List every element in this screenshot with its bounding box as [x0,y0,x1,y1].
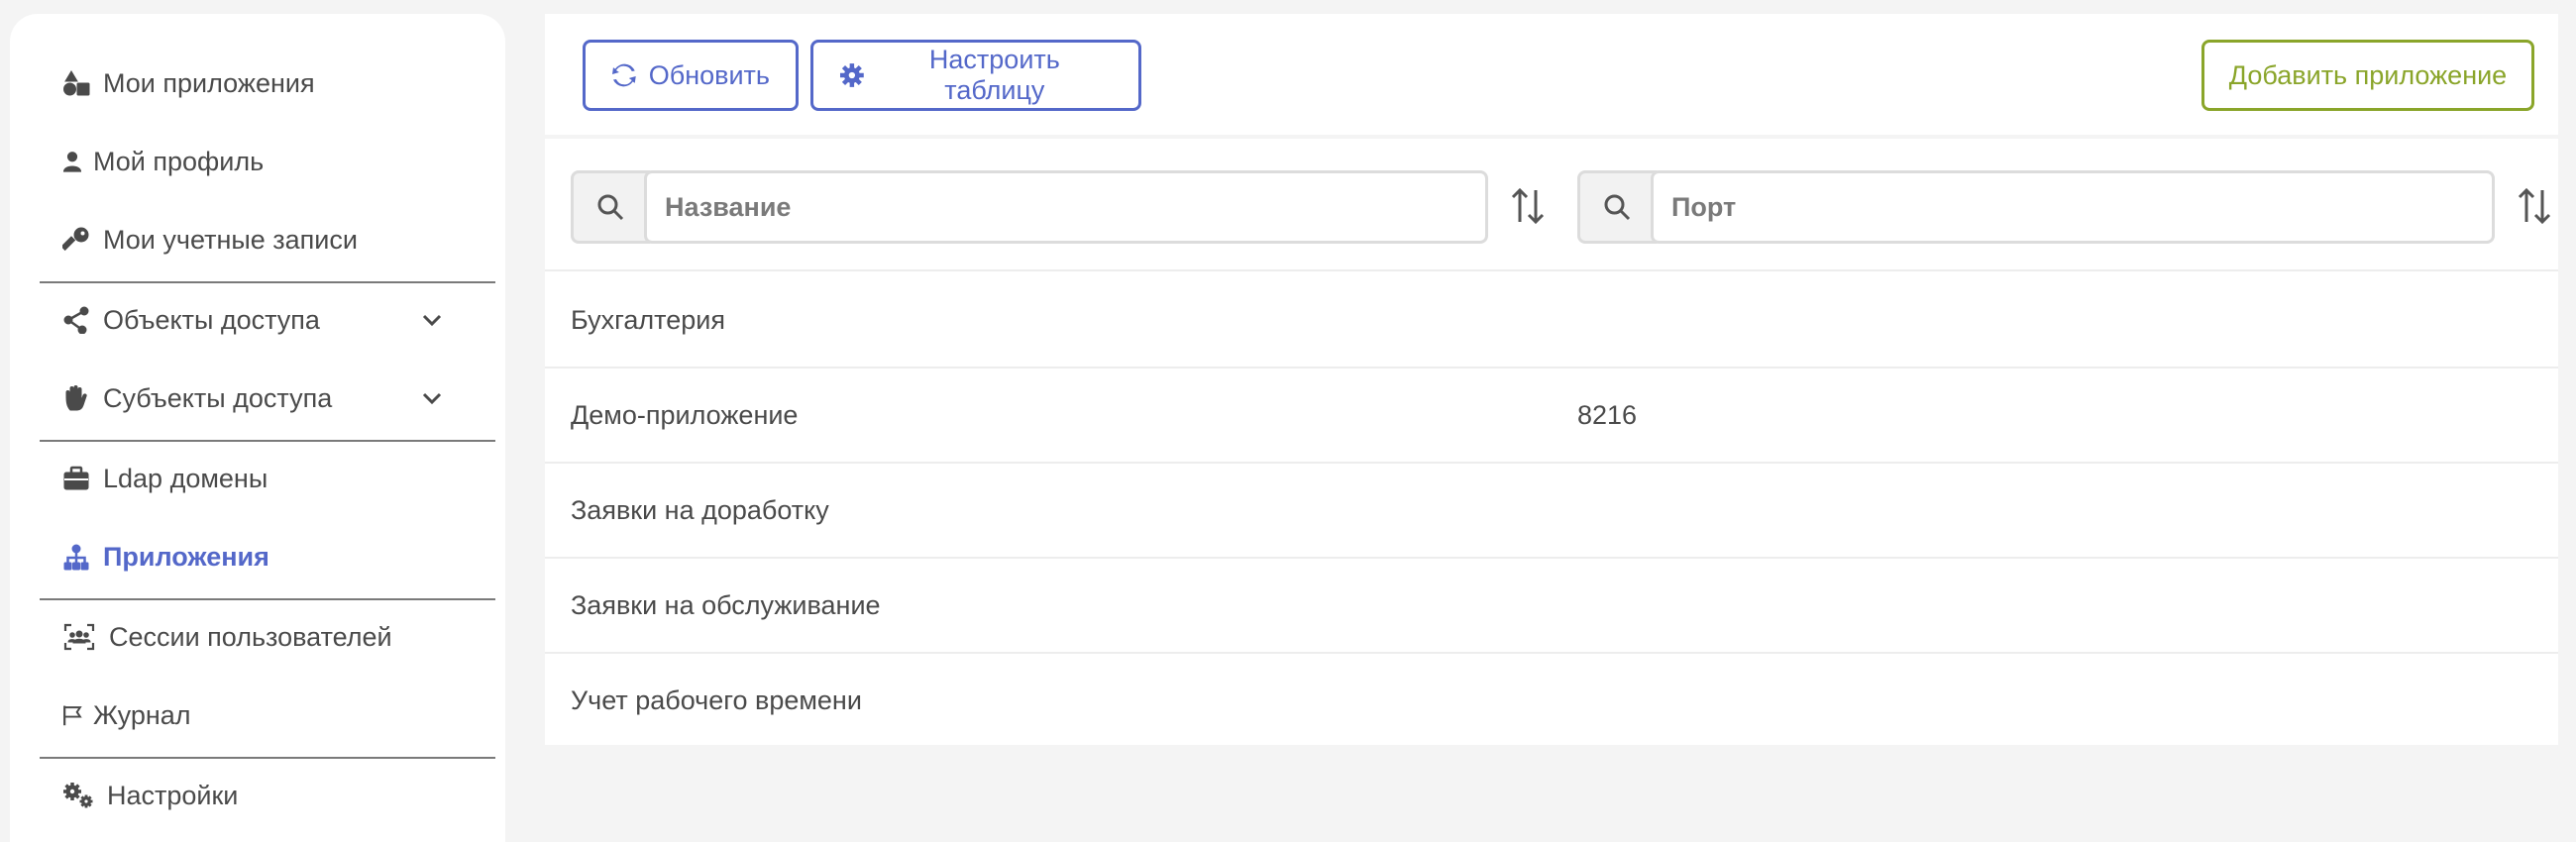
sidebar-item-label: Субъекты доступа [103,382,333,413]
sidebar-divider [40,281,495,283]
sidebar-item-label: Мои учетные записи [103,224,358,255]
shapes-icon [61,68,91,98]
search-icon[interactable] [571,170,650,244]
sort-icon[interactable] [1510,186,1546,226]
cell-name: Учет рабочего времени [571,685,862,715]
sidebar-item-label: Сессии пользователей [109,621,392,652]
sidebar-item-user-sessions[interactable]: Сессии пользователей [40,601,495,673]
filter-row [545,139,2558,271]
table-row[interactable]: Бухгалтерия [545,273,2558,368]
refresh-button-label: Обновить [648,59,770,90]
sidebar-item-journal[interactable]: Журнал [40,680,495,751]
cell-name: Заявки на обслуживание [571,590,881,620]
sidebar-item-label: Журнал [93,699,191,730]
refresh-icon [611,63,636,87]
chevron-down-icon[interactable] [420,308,444,332]
add-application-button[interactable]: Добавить приложение [2201,40,2534,111]
users-frame-icon [61,622,97,652]
table-body: Бухгалтерия Демо-приложение 8216 Заявки … [545,273,2558,749]
sidebar-item-access-subjects[interactable]: Субъекты доступа [40,363,495,434]
sidebar-divider [40,757,495,759]
sidebar-item-settings[interactable]: Настройки [40,760,495,831]
sidebar-item-my-accounts[interactable]: Мои учетные записи [40,204,495,275]
sidebar-item-label: Ldap домены [103,463,268,493]
sidebar-item-access-objects[interactable]: Объекты доступа [40,284,495,356]
table-row[interactable]: Заявки на доработку [545,464,2558,559]
cell-name: Демо-приложение [571,400,799,430]
table-row[interactable]: Учет рабочего времени [545,654,2558,749]
gear-icon [839,63,864,87]
sidebar-item-ldap-domains[interactable]: Ldap домены [40,443,495,514]
sidebar-item-label: Объекты доступа [103,304,320,335]
sidebar: Мои приложения Мой профиль Мои учетные з… [10,14,505,842]
table-row[interactable]: Заявки на обслуживание [545,559,2558,654]
configure-table-button[interactable]: Настроить таблицу [810,40,1141,111]
configure-table-button-label: Настроить таблицу [928,45,1060,105]
key-icon [61,225,91,255]
cell-name: Заявки на доработку [571,495,829,525]
share-nodes-icon [61,305,91,335]
sidebar-item-applications[interactable]: Приложения [40,521,495,592]
sort-icon[interactable] [2517,186,2552,226]
search-icon[interactable] [1577,170,1657,244]
table-row[interactable]: Демо-приложение 8216 [545,368,2558,464]
sidebar-item-label: Настройки [107,780,239,810]
sidebar-item-my-profile[interactable]: Мой профиль [40,126,495,197]
sidebar-item-my-apps[interactable]: Мои приложения [40,48,495,119]
applications-table: Бухгалтерия Демо-приложение 8216 Заявки … [545,139,2558,745]
sidebar-divider [40,440,495,442]
gears-icon [61,781,95,810]
cell-name: Бухгалтерия [571,305,725,335]
toolbar: Обновить Настроить таблицу Добавить прил… [545,14,2558,135]
briefcase-icon [61,464,91,493]
sidebar-item-label: Мой профиль [93,146,265,176]
sitemap-icon [61,542,91,572]
name-filter-input[interactable] [644,170,1488,244]
chevron-down-icon[interactable] [420,386,444,410]
user-icon [61,147,83,176]
sidebar-item-label: Приложения [103,541,269,572]
port-filter-input[interactable] [1651,170,2495,244]
port-filter [1577,170,2551,244]
refresh-button[interactable]: Обновить [583,40,799,111]
flag-icon [61,700,83,730]
hand-icon [61,383,91,413]
name-filter [571,170,1545,244]
cell-port: 8216 [1577,400,1638,430]
sidebar-item-label: Мои приложения [103,67,315,98]
sidebar-divider [40,598,495,600]
